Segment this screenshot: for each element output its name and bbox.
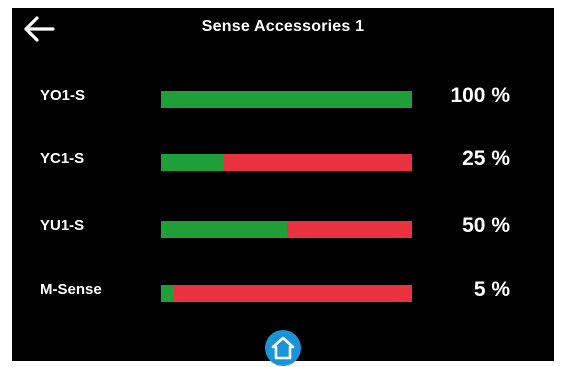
home-button[interactable]	[265, 330, 301, 366]
level-row-yo1-s: YO1-S 100 %	[12, 84, 554, 114]
percent-value: 100 %	[450, 84, 510, 107]
level-bar[interactable]	[161, 91, 412, 108]
home-icon	[271, 336, 295, 360]
header: Sense Accessories 1	[12, 8, 554, 52]
level-row-m-sense: M-Sense 5 %	[12, 278, 554, 308]
page-title: Sense Accessories 1	[201, 18, 365, 35]
level-bar[interactable]	[161, 154, 412, 171]
level-bar-fill	[161, 91, 412, 108]
level-bar-fill	[161, 221, 287, 238]
level-row-yc1-s: YC1-S 25 %	[12, 147, 554, 177]
percent-value: 25 %	[462, 147, 510, 170]
row-label: M-Sense	[40, 281, 102, 298]
row-label: YC1-S	[40, 150, 85, 167]
screen: Sense Accessories 1 YO1-S 100 % YC1-S 25…	[12, 8, 554, 366]
row-label: YU1-S	[40, 217, 85, 234]
level-bar-fill	[161, 285, 174, 302]
level-bar[interactable]	[161, 221, 412, 238]
level-row-yu1-s: YU1-S 50 %	[12, 214, 554, 244]
level-bar[interactable]	[161, 285, 412, 302]
percent-value: 50 %	[462, 214, 510, 237]
percent-value: 5 %	[473, 278, 510, 301]
level-bar-fill	[161, 154, 224, 171]
row-label: YO1-S	[40, 87, 86, 104]
